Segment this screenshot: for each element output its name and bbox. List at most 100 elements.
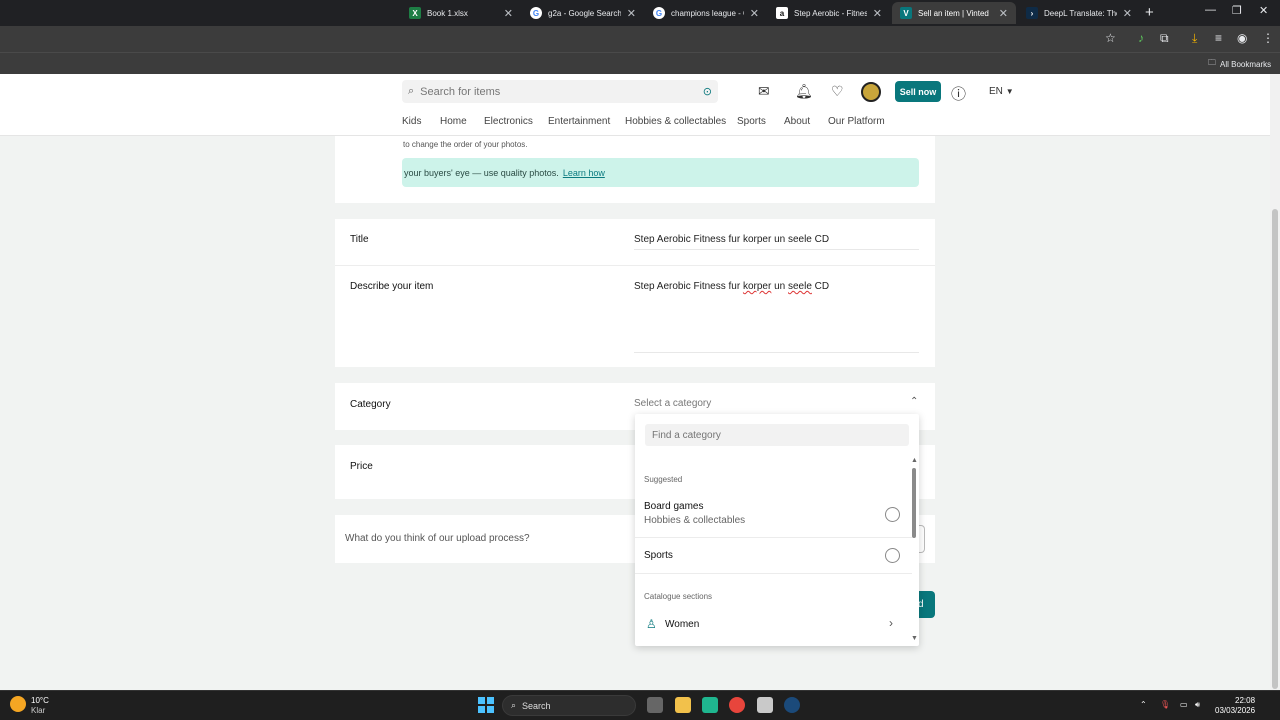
weather-icon[interactable]	[10, 696, 26, 712]
clock-date[interactable]: 03/03/2026	[1215, 706, 1255, 715]
download-icon[interactable]: ⤓	[1192, 31, 1197, 46]
find-category-input[interactable]	[645, 424, 909, 446]
tab-deepl[interactable]: › DeepL Translate: The w ✕	[1018, 2, 1140, 24]
volume-icon[interactable]: 🔊︎	[1195, 700, 1200, 710]
divider	[335, 265, 935, 266]
search-input[interactable]: Search for items	[420, 86, 697, 98]
dropdown-scrollbar[interactable]	[912, 468, 916, 538]
all-bookmarks-button[interactable]: 🗀 All Bookmarks	[1208, 57, 1271, 71]
close-tab-icon[interactable]: ✕	[873, 7, 882, 20]
nav-entertainment[interactable]: Entertainment	[548, 116, 610, 127]
microphone-icon[interactable]: 🎙︎	[1160, 700, 1170, 709]
photo-tip-banner: your buyers' eye — use quality photos. L…	[402, 158, 919, 187]
browser-toolbar	[0, 26, 1280, 52]
bookmarks-bar	[0, 52, 1280, 74]
suggestion-board-games[interactable]: Board games Hobbies & collectables	[635, 495, 912, 537]
nav-hobbies[interactable]: Hobbies & collectables	[625, 116, 726, 127]
tab-champions-league[interactable]: G champions league - Go ✕	[645, 2, 767, 24]
chevron-right-icon: ›	[889, 616, 893, 630]
weather-desc: Klar	[31, 706, 46, 715]
language-selector[interactable]: EN ▼	[989, 86, 1014, 97]
windows-taskbar	[0, 690, 1280, 720]
new-tab-icon[interactable]: +	[1145, 4, 1154, 21]
media-control-icon[interactable]: ≡	[1215, 31, 1222, 45]
nav-home[interactable]: Home	[440, 116, 467, 127]
excel-icon: X	[409, 7, 421, 19]
search-icon: ⌕	[408, 85, 415, 97]
extension-music-icon[interactable]: ♪	[1138, 31, 1144, 45]
tab-g2a[interactable]: G g2a - Google Search ✕	[522, 2, 644, 24]
tab-step-aerobic[interactable]: a Step Aerobic - Fitness f ✕	[768, 2, 890, 24]
clock-time[interactable]: 22:08	[1235, 696, 1255, 705]
browser-menu-icon[interactable]: ⋮	[1262, 31, 1274, 45]
nav-about[interactable]: About	[784, 116, 810, 127]
extensions-icon[interactable]: ⧉	[1160, 31, 1169, 46]
close-tab-icon[interactable]: ✕	[750, 7, 759, 20]
description-textarea[interactable]: Step Aerobic Fitness fur korper un seele…	[634, 281, 829, 292]
feedback-question: What do you think of our upload process?	[345, 533, 530, 544]
title-underline	[634, 249, 919, 250]
search-icon: ⌕	[511, 700, 517, 710]
category-label: Category	[350, 399, 391, 410]
category-select[interactable]: Select a category	[634, 398, 711, 409]
steam-icon[interactable]	[784, 697, 800, 713]
tab-vinted[interactable]: V Sell an item | Vinted ✕	[892, 2, 1016, 24]
title-input[interactable]: Step Aerobic Fitness fur korper un seele…	[634, 234, 829, 245]
bookmark-star-icon[interactable]: ☆	[1105, 31, 1116, 45]
chrome-icon[interactable]	[729, 697, 745, 713]
chevron-up-icon[interactable]: ⌃	[910, 396, 918, 407]
photo-order-hint: to change the order of your photos.	[403, 140, 528, 149]
description-underline	[634, 352, 919, 353]
minimize-icon[interactable]: —	[1205, 4, 1216, 16]
close-tab-icon[interactable]: ✕	[627, 7, 636, 20]
page-scroll-thumb[interactable]	[1272, 209, 1278, 689]
calculator-icon[interactable]	[757, 697, 773, 713]
help-icon[interactable]: ⓘ	[951, 83, 966, 104]
nav-electronics[interactable]: Electronics	[484, 116, 533, 127]
avatar[interactable]	[861, 82, 881, 102]
suggestion-sports[interactable]: Sports	[635, 540, 912, 572]
title-label: Title	[350, 234, 369, 245]
search-bar[interactable]: ⌕ Search for items ⊙	[402, 80, 718, 103]
catalogue-sections-heading: Catalogue sections	[644, 592, 713, 601]
weather-temp: 10°C	[31, 696, 49, 705]
maximize-icon[interactable]: ❐	[1232, 4, 1242, 17]
app-icon[interactable]	[702, 697, 718, 713]
price-label: Price	[350, 461, 373, 472]
profile-icon[interactable]: ◉	[1237, 31, 1247, 45]
scroll-up-arrow[interactable]: ▲	[911, 457, 918, 464]
camera-search-icon[interactable]: ⊙	[703, 85, 712, 98]
folder-icon: 🗀	[1208, 58, 1216, 67]
learn-how-link[interactable]: Learn how	[563, 168, 605, 178]
notifications-icon[interactable]: 🔔︎	[795, 83, 813, 100]
dress-icon: ♙	[646, 617, 657, 631]
radio-button[interactable]	[885, 507, 900, 522]
nav-sports[interactable]: Sports	[737, 116, 766, 127]
favourites-icon[interactable]: ♡	[831, 83, 844, 100]
page-scrollbar[interactable]	[1270, 74, 1280, 690]
vinted-icon: V	[900, 7, 912, 19]
amazon-icon: a	[776, 7, 788, 19]
inbox-icon[interactable]: ✉	[758, 83, 770, 100]
sell-now-button[interactable]: Sell now	[895, 81, 941, 102]
tray-overflow-icon[interactable]: ⌃	[1140, 700, 1147, 709]
close-window-icon[interactable]: ✕	[1259, 4, 1268, 17]
nav-our-platform[interactable]: Our Platform	[828, 116, 885, 127]
section-women[interactable]: ♙ Women ›	[635, 612, 912, 638]
close-tab-icon[interactable]: ✕	[999, 7, 1008, 20]
close-tab-icon[interactable]: ✕	[504, 7, 513, 20]
google-icon: G	[530, 7, 542, 19]
tab-book1[interactable]: X Book 1.xlsx ✕	[401, 2, 521, 24]
nav-kids[interactable]: Kids	[402, 116, 421, 127]
taskbar-search[interactable]: ⌕ Search	[502, 695, 636, 716]
network-icon[interactable]: ▭	[1180, 700, 1188, 709]
describe-label: Describe your item	[350, 281, 434, 292]
task-view-icon[interactable]	[647, 697, 663, 713]
divider	[635, 537, 912, 538]
windows-start-icon[interactable]	[478, 697, 494, 713]
suggested-heading: Suggested	[644, 475, 683, 484]
close-tab-icon[interactable]: ✕	[1123, 7, 1132, 20]
file-explorer-icon[interactable]	[675, 697, 691, 713]
scroll-down-arrow[interactable]: ▼	[911, 635, 918, 642]
radio-button[interactable]	[885, 548, 900, 563]
